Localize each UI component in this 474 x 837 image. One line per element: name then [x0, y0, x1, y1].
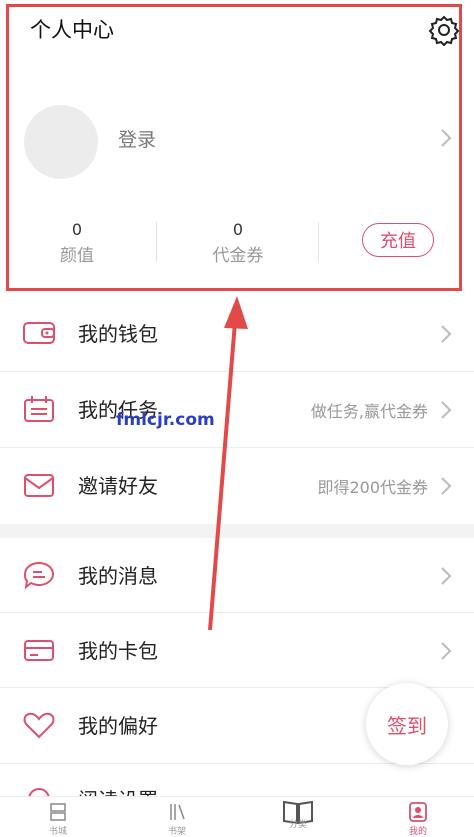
tab-label: 分类 — [288, 820, 307, 830]
menu-item-messages[interactable]: 我的消息 — [0, 538, 474, 613]
voucher-label: 代金券 — [212, 246, 264, 266]
voucher-value: 0 — [232, 220, 244, 239]
menu-item-reading-settings[interactable]: 阅读设置 — [0, 764, 474, 796]
login-link[interactable]: 登录 — [118, 125, 156, 152]
tab-bookstore[interactable]: 书城 — [18, 797, 98, 837]
wallet-icon — [22, 318, 56, 348]
avatar[interactable] — [24, 105, 98, 179]
chevron-right-icon — [440, 641, 452, 661]
page-title: 个人中心 — [30, 18, 114, 42]
recharge-button[interactable]: 充值 — [362, 223, 434, 257]
menu-label: 我的卡包 — [78, 639, 158, 663]
heart-icon — [22, 710, 56, 740]
tab-mine[interactable]: 我的 — [378, 797, 458, 837]
bottom-nav: 书城 书架 分类 我的 — [0, 796, 474, 837]
menu-item-wallet[interactable]: 我的钱包 — [0, 296, 474, 371]
menu-item-tasks[interactable]: 我的任务 做任务,赢代金券 — [0, 372, 474, 447]
menu-label: 邀请好友 — [78, 474, 158, 498]
bookshelf-icon — [170, 804, 185, 820]
menu-hint: 做任务,赢代金券 — [310, 402, 428, 421]
bookstore-icon — [50, 803, 66, 821]
stat-divider — [156, 222, 157, 262]
tab-category[interactable]: 分类 — [258, 797, 338, 836]
section-divider — [0, 524, 474, 538]
menu-label: 我的偏好 — [78, 714, 158, 738]
beauty-value: 0 — [71, 220, 83, 239]
menu-label: 我的钱包 — [78, 322, 158, 346]
sign-in-button[interactable]: 签到 — [366, 683, 448, 765]
chevron-right-icon — [440, 566, 452, 586]
menu-hint: 即得200代金券 — [317, 478, 428, 497]
chevron-right-icon — [440, 400, 452, 420]
chevron-right-icon — [440, 324, 452, 344]
menu-item-invite[interactable]: 邀请好友 即得200代金券 — [0, 448, 474, 523]
tab-label: 书城 — [48, 827, 67, 837]
beauty-label: 颜值 — [60, 246, 94, 266]
tab-label: 书架 — [167, 827, 186, 837]
settings-gear-icon[interactable] — [428, 14, 460, 47]
chevron-right-icon — [440, 476, 452, 496]
watermark-text: fmlcjr.com — [116, 410, 215, 430]
tab-bookshelf[interactable]: 书架 — [137, 797, 217, 837]
stat-divider — [318, 222, 319, 262]
menu-label: 阅读设置 — [78, 784, 158, 796]
envelope-icon — [22, 470, 56, 500]
chevron-right-icon — [440, 128, 452, 148]
profile-icon — [409, 802, 427, 822]
menu-item-cards[interactable]: 我的卡包 — [0, 613, 474, 688]
tab-label: 我的 — [408, 827, 427, 837]
settings-icon — [22, 784, 56, 796]
menu-label: 我的消息 — [78, 564, 158, 588]
chat-bubble-icon — [22, 560, 56, 590]
calendar-task-icon — [22, 394, 56, 424]
card-icon — [22, 635, 56, 665]
